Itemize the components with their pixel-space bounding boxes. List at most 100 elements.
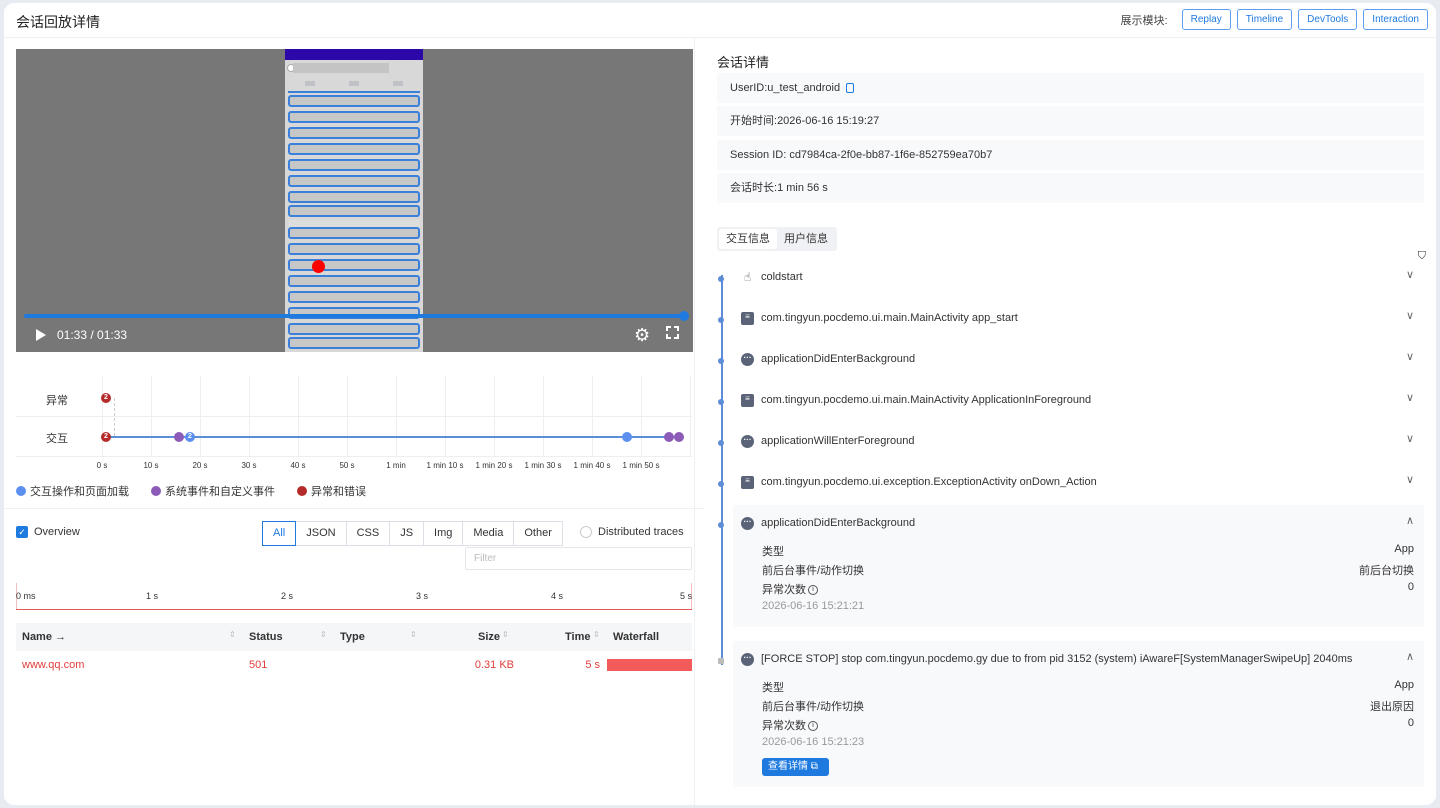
session-id-row: Session ID: cd7984ca-2f0e-bb87-1f6e-8527… [717,140,1424,170]
module-switcher: 展示模块: Replay Timeline DevTools Interacti… [1121,9,1428,30]
tick-label: 1 min 30 s [524,461,562,470]
event-item[interactable]: ··· applicationDidEnterBackground ∨ [717,345,1424,375]
gear-icon[interactable]: ⚙ [634,326,650,344]
system-event-marker[interactable] [674,432,684,442]
tick-label: 20 s [192,461,208,470]
chevron-down-icon[interactable]: ∨ [1406,350,1414,363]
chevron-down-icon[interactable]: ∨ [1406,391,1414,404]
request-name[interactable]: www.qq.com [22,659,84,671]
tab-interaction-info[interactable]: 交互信息 [719,229,777,249]
video-controls: 01:33 / 01:33 ⚙ [16,319,693,352]
tick-label: 1 min 10 s [426,461,464,470]
tick-label: 1 min 20 s [475,461,513,470]
page-title: 会话回放详情 [16,14,100,30]
event-item[interactable]: ≡ com.tingyun.pocdemo.ui.main.MainActivi… [717,304,1424,334]
chevron-down-icon[interactable]: ∨ [1406,432,1414,445]
table-row[interactable]: www.qq.com 501 0.31 KB 5 s [16,651,692,679]
start-time-row: 开始时间:2026-06-16 15:19:27 [717,106,1424,136]
external-link-icon: ⧉ [810,761,818,772]
filter-css[interactable]: CSS [345,521,391,546]
more-icon: ··· [741,435,754,448]
copy-icon[interactable] [846,83,855,94]
more-icon: ··· [741,517,754,530]
waterfall-bar [607,659,692,671]
row-label-error: 异常 [46,395,68,407]
filter-js[interactable]: JS [389,521,425,546]
chevron-down-icon[interactable]: ∨ [1406,473,1414,486]
tick-label: 40 s [290,461,306,470]
interaction-module-button[interactable]: Interaction [1363,9,1428,30]
legend-interaction[interactable]: 交互操作和页面加载 [16,483,129,499]
check-icon: ✓ [16,526,28,538]
network-time-ruler: 0 ms 1 s 2 s 3 s 4 s 5 s [16,583,692,611]
legend-error[interactable]: 异常和错误 [297,483,366,499]
detail-type-row: 类型 App [762,679,1414,694]
interaction-marker[interactable] [622,432,632,442]
filter-media[interactable]: Media [462,521,515,546]
interaction-marker[interactable]: 2 [185,432,195,442]
info-icon[interactable]: i [808,721,818,732]
col-time[interactable]: Time [565,631,590,643]
request-status: 501 [249,659,268,671]
chevron-up-icon[interactable]: ∧ [1406,514,1414,527]
interaction-error-marker[interactable]: 2 [101,432,111,442]
replay-screen [285,49,423,352]
filter-icon[interactable]: ⛉ [1418,250,1426,263]
filter-all[interactable]: All [262,521,297,546]
event-item[interactable]: ≡ com.tingyun.pocdemo.ui.exception.Excep… [717,468,1424,498]
play-icon[interactable] [36,329,46,341]
tick-label: 30 s [241,461,257,470]
replay-module-button[interactable]: Replay [1181,9,1231,30]
event-item-expanded[interactable]: ··· applicationDidEnterBackground ∧ [717,509,1424,539]
col-status[interactable]: Status [249,631,283,643]
distributed-traces-checkbox[interactable]: Distributed traces [580,526,684,538]
error-marker[interactable]: 2 [101,393,111,403]
replay-video-player[interactable]: 01:33 / 01:33 ⚙ [16,49,693,352]
chevron-up-icon[interactable]: ∧ [1406,650,1414,663]
section-title: 会话详情 [717,55,770,70]
tick-label: 50 s [339,461,355,470]
request-size: 0.31 KB [474,659,514,671]
duration-row: 会话时长:1 min 56 s [717,173,1424,203]
filter-json[interactable]: JSON [295,521,347,546]
chevron-down-icon[interactable]: ∨ [1406,268,1414,281]
timeline-module-button[interactable]: Timeline [1236,9,1293,30]
chevron-down-icon[interactable]: ∨ [1406,309,1414,322]
system-event-marker[interactable] [174,432,184,442]
timeline-legend: 交互操作和页面加载 系统事件和自定义事件 异常和错误 [16,483,388,499]
more-icon: ··· [741,353,754,366]
event-item[interactable]: ≡ com.tingyun.pocdemo.ui.main.MainActivi… [717,386,1424,416]
devtools-module-button[interactable]: DevTools [1298,9,1358,30]
request-time: 5 s [585,659,600,671]
filter-other[interactable]: Other [513,521,563,546]
filter-input[interactable]: Filter [465,547,692,570]
detail-timestamp: 2026-06-16 15:21:23 [762,736,865,748]
detail-count-row: 异常次数 i 0 [762,581,1414,596]
detail-event-row: 前后台事件/动作切换 前后台切换 [762,565,1414,577]
tab-user-info[interactable]: 用户信息 [777,229,835,249]
detail-timestamp: 2026-06-16 15:21:21 [762,600,865,612]
legend-system-event[interactable]: 系统事件和自定义事件 [151,483,275,499]
detail-type-row: 类型 App [762,543,1414,558]
modules-label: 展示模块: [1120,14,1168,27]
col-type[interactable]: Type [340,631,365,643]
detail-tabs: 交互信息 用户信息 [717,227,837,251]
overview-checkbox[interactable]: ✓ Overview [16,526,80,538]
document-icon: ≡ [741,394,754,407]
video-progress-bar[interactable] [24,311,689,321]
event-item[interactable]: ··· applicationWillEnterForeground ∨ [717,427,1424,457]
col-size[interactable]: Size [478,631,500,643]
more-icon: ··· [741,653,754,666]
resource-filter-tabs: All JSON CSS JS Img Media Other [262,521,563,546]
system-event-marker[interactable] [664,432,674,442]
video-time: 01:33 / 01:33 [57,328,128,342]
touch-indicator [312,260,325,273]
event-item-expanded[interactable]: ··· [FORCE STOP] stop com.tingyun.pocdem… [717,645,1424,675]
event-item[interactable]: ☝ coldstart ∨ [717,263,1424,293]
info-icon[interactable]: i [808,585,818,596]
view-details-button[interactable]: 查看详情 ⧉ [762,758,829,776]
fullscreen-icon[interactable] [666,326,679,339]
filter-img[interactable]: Img [423,521,464,546]
col-name[interactable]: Name → [22,631,66,643]
document-icon: ≡ [741,476,754,489]
